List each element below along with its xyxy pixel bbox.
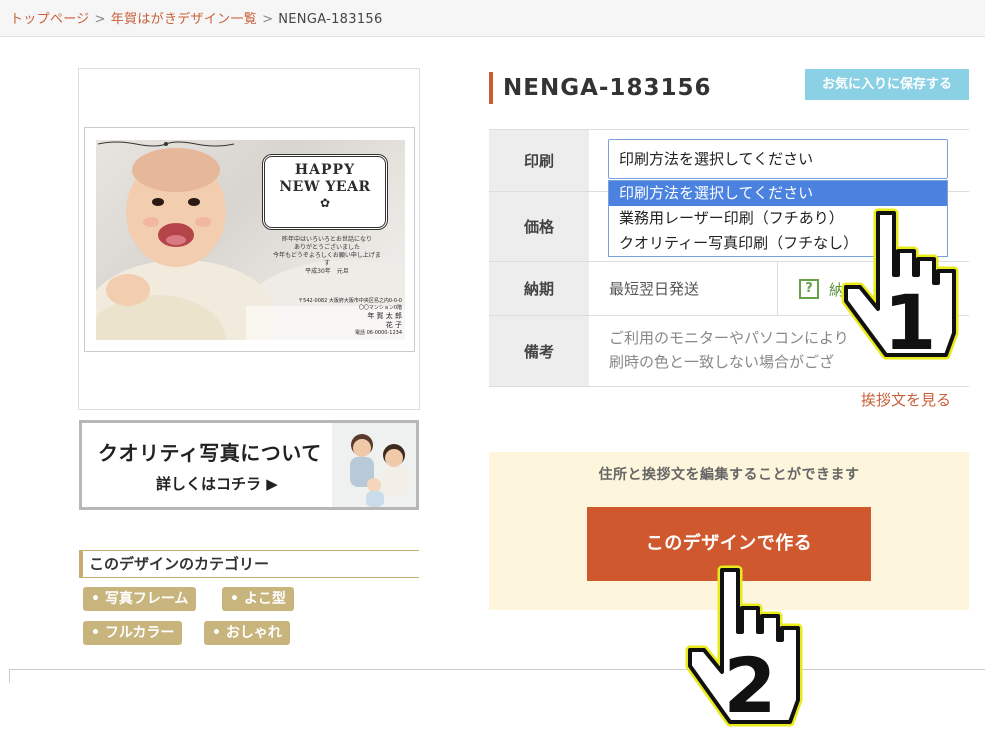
hand-pointer-icon-1: 1 (841, 208, 959, 365)
footer-divider (9, 669, 985, 670)
hand-pointer-icon-2: 2 (685, 565, 803, 730)
print-option-placeholder[interactable]: 印刷方法を選択してください (609, 181, 947, 206)
view-greeting-link[interactable]: 挨拶文を見る (861, 389, 951, 410)
breadcrumb-separator: > (94, 12, 106, 27)
quality-photo-banner[interactable]: クオリティ写真について 詳しくはコチラ ▶ (79, 420, 419, 510)
price-label: 価格 (489, 192, 589, 261)
postcard-greeting: 昨年中はいろいろとお世話になり ありがとうございました 今年もどうぞよろしくお願… (272, 236, 382, 276)
address-name: 年 賀 太 郎 (367, 312, 402, 320)
banner-title: クオリティ写真について (98, 441, 322, 465)
delivery-value: 最短翌日発送 (609, 280, 700, 298)
address-name: 花 子 (385, 321, 402, 329)
breadcrumb: トップページ > 年賀はがきデザイン一覧 > NENGA-183156 (10, 8, 383, 27)
hny-line2: NEW YEAR (279, 179, 371, 195)
baby-photo: HAPPY NEW YEAR ✿ 昨年中はいろいろとお世話になり ありがとうござ… (96, 140, 405, 340)
print-label: 印刷 (489, 130, 589, 191)
category-tag-landscape[interactable]: よこ型 (222, 587, 294, 611)
happy-new-year-plate: HAPPY NEW YEAR ✿ (262, 154, 388, 230)
print-method-select[interactable]: 印刷方法を選択してください (608, 139, 948, 179)
greeting-line: ありがとうございました (293, 244, 360, 251)
greeting-line: 平成30年 元旦 (305, 268, 349, 275)
postcard-preview: HAPPY NEW YEAR ✿ 昨年中はいろいろとお世話になり ありがとうござ… (84, 127, 415, 352)
footer-divider-tick (9, 669, 10, 683)
banner-subtitle: 詳しくはコチラ ▶ (156, 475, 278, 493)
pointer-number-1: 1 (884, 278, 937, 365)
delivery-label: 納期 (489, 262, 589, 315)
category-tag-stylish[interactable]: おしゃれ (204, 621, 290, 645)
product-title: NENGA-183156 (489, 72, 711, 104)
breadcrumb-bar: トップページ > 年賀はがきデザイン一覧 > NENGA-183156 (0, 0, 985, 37)
postcard-address: 〒542-0082 大阪府大阪市中央区島之内0-0-0 〇〇マンション0階 年 … (296, 298, 402, 337)
help-icon[interactable]: ? (799, 279, 819, 299)
breadcrumb-current: NENGA-183156 (278, 12, 383, 27)
save-favorite-button[interactable]: お気に入りに保存する (805, 69, 969, 100)
breadcrumb-separator: > (262, 12, 274, 27)
scroll-ornament-icon (97, 141, 235, 147)
category-heading: このデザインのカテゴリー (79, 550, 419, 578)
address-line: 〇〇マンション0階 (358, 305, 402, 311)
greeting-line: 昨年中はいろいろとお世話になり (281, 236, 372, 243)
edit-message: 住所と挨拶文を編集することができます (598, 467, 860, 483)
breadcrumb-list-link[interactable]: 年賀はがきデザイン一覧 (111, 12, 257, 27)
pointer-number-2: 2 (724, 641, 777, 730)
address-line: 〒542-0082 大阪府大阪市中央区島之内0-0-0 (298, 298, 402, 304)
category-tag-full-color[interactable]: フルカラー (83, 621, 183, 645)
hny-line1: HAPPY (294, 162, 356, 178)
product-image-card: HAPPY NEW YEAR ✿ 昨年中はいろいろとお世話になり ありがとうござ… (78, 68, 420, 410)
note-label: 備考 (489, 316, 589, 386)
category-tag-photo-frame[interactable]: 写真フレーム (83, 587, 197, 611)
family-photo (332, 423, 416, 507)
table-bottom-border (489, 386, 969, 387)
address-phone: 電話 06-0000-1234 (354, 330, 402, 336)
flower-ornament-icon: ✿ (319, 196, 331, 210)
greeting-line: 今年もどうぞよろしくお願い申し上げます (273, 252, 381, 267)
cell-divider (777, 262, 778, 315)
breadcrumb-home-link[interactable]: トップページ (10, 12, 90, 27)
